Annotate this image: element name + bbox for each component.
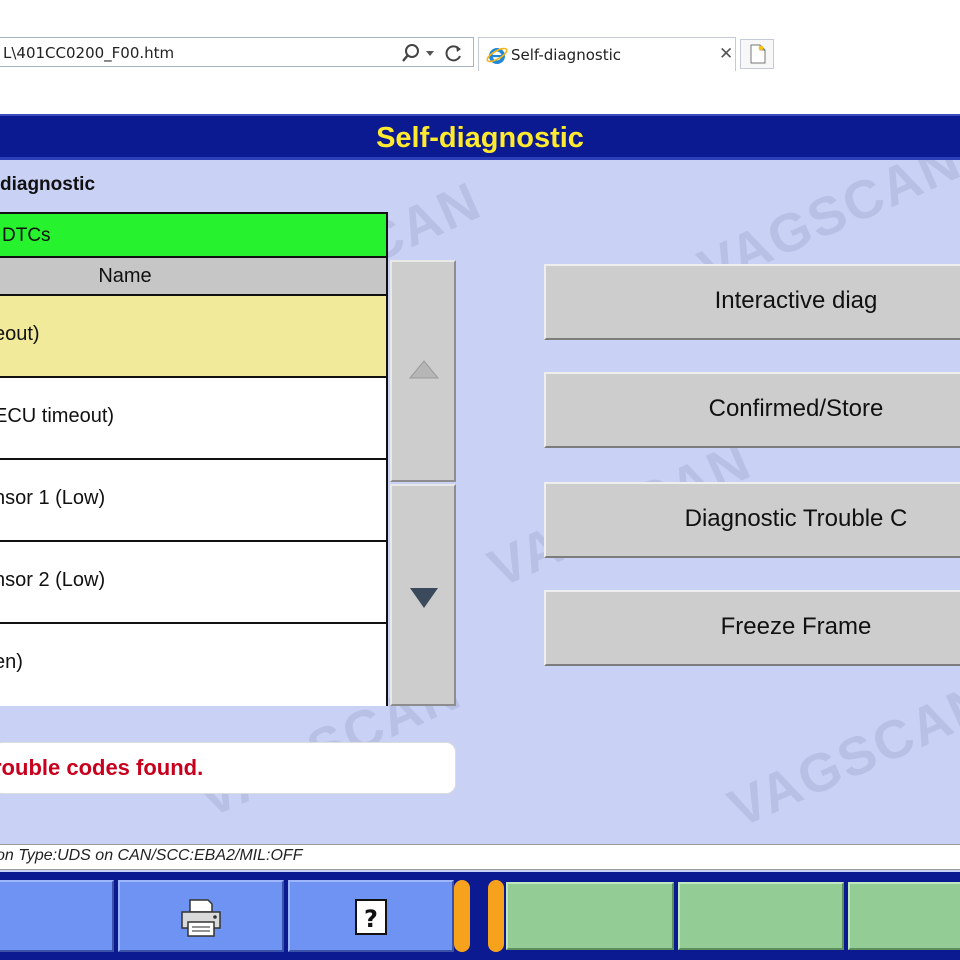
toolbar-button[interactable] xyxy=(0,880,114,952)
button-label: Freeze Frame xyxy=(720,613,872,640)
freeze-frame-button[interactable]: Freeze Frame xyxy=(544,590,960,666)
button-label: Interactive diag xyxy=(714,287,878,314)
watermark: VAGSCAN xyxy=(719,670,960,840)
section-label: diagnostic xyxy=(0,174,96,195)
table-row[interactable]: nsor 1 (Low) xyxy=(0,460,386,542)
dtc-header: DTCs xyxy=(0,214,386,258)
ie-icon xyxy=(486,47,508,64)
address-bar[interactable]: L\401CC0200_F00.htm xyxy=(0,37,474,67)
tab-title: Self-diagnostic xyxy=(511,46,621,64)
toolbar-divider xyxy=(488,880,504,952)
row-name: en) xyxy=(0,651,23,673)
dtc-header-label: DTCs xyxy=(2,225,51,246)
page-title: Self-diagnostic xyxy=(376,122,584,154)
table-row[interactable]: en) xyxy=(0,624,386,706)
refresh-icon[interactable] xyxy=(443,42,465,64)
chevron-down-icon[interactable] xyxy=(424,47,436,59)
table-row[interactable]: eout) xyxy=(0,296,386,378)
bottom-toolbar: ? xyxy=(0,872,960,960)
scroll-down-button[interactable] xyxy=(390,484,456,706)
browser-top xyxy=(0,0,960,36)
browser-command-strip xyxy=(0,72,960,115)
toolbar-function-button[interactable] xyxy=(678,882,844,950)
svg-text:?: ? xyxy=(364,905,378,933)
tab-self-diagnostic[interactable]: Self-diagnostic ✕ xyxy=(478,37,736,71)
toolbar-divider xyxy=(454,880,470,952)
triangle-up-icon xyxy=(408,360,440,379)
table-row[interactable]: ECU timeout) xyxy=(0,378,386,460)
result-message: rouble codes found. xyxy=(0,755,204,780)
new-tab-icon xyxy=(750,44,766,64)
button-label: Confirmed/Store xyxy=(708,395,884,422)
help-button[interactable]: ? xyxy=(288,880,454,952)
confirmed-stored-button[interactable]: Confirmed/Store xyxy=(544,372,960,448)
close-icon[interactable]: ✕ xyxy=(719,44,733,64)
dtc-table: DTCs Name eout) ECU timeout) nsor 1 (Low… xyxy=(0,212,388,706)
scroll-up-button[interactable] xyxy=(390,260,456,482)
title-bar: Self-diagnostic xyxy=(0,114,960,160)
row-name: ECU timeout) xyxy=(0,405,115,427)
button-label: Diagnostic Trouble C xyxy=(684,505,908,532)
column-header: Name xyxy=(0,258,386,296)
row-name: eout) xyxy=(0,323,40,345)
triangle-down-icon xyxy=(410,588,438,608)
new-tab-button[interactable] xyxy=(740,39,774,69)
printer-icon xyxy=(181,899,221,937)
column-header-name: Name xyxy=(98,265,152,287)
diagnostic-trouble-codes-button[interactable]: Diagnostic Trouble C xyxy=(544,482,960,558)
toolbar-function-button[interactable] xyxy=(506,882,674,950)
status-bar: on Type:UDS on CAN/SCC:EBA2/MIL:OFF xyxy=(0,844,960,870)
address-text: L\401CC0200_F00.htm xyxy=(3,44,175,62)
toolbar-function-button[interactable] xyxy=(848,882,960,950)
status-text: on Type:UDS on CAN/SCC:EBA2/MIL:OFF xyxy=(0,847,303,864)
interactive-diagnosis-button[interactable]: Interactive diag xyxy=(544,264,960,340)
row-name: nsor 2 (Low) xyxy=(0,569,106,591)
row-name: nsor 1 (Low) xyxy=(0,487,106,509)
table-row[interactable]: nsor 2 (Low) xyxy=(0,542,386,624)
result-message-box: rouble codes found. xyxy=(0,742,456,794)
help-icon: ? xyxy=(355,899,387,935)
print-button[interactable] xyxy=(118,880,284,952)
search-icon[interactable] xyxy=(400,42,422,64)
app-window: VAGSCAN VAGSCAN VAGSCAN VAGSCAN VAGSCAN … xyxy=(0,114,960,960)
